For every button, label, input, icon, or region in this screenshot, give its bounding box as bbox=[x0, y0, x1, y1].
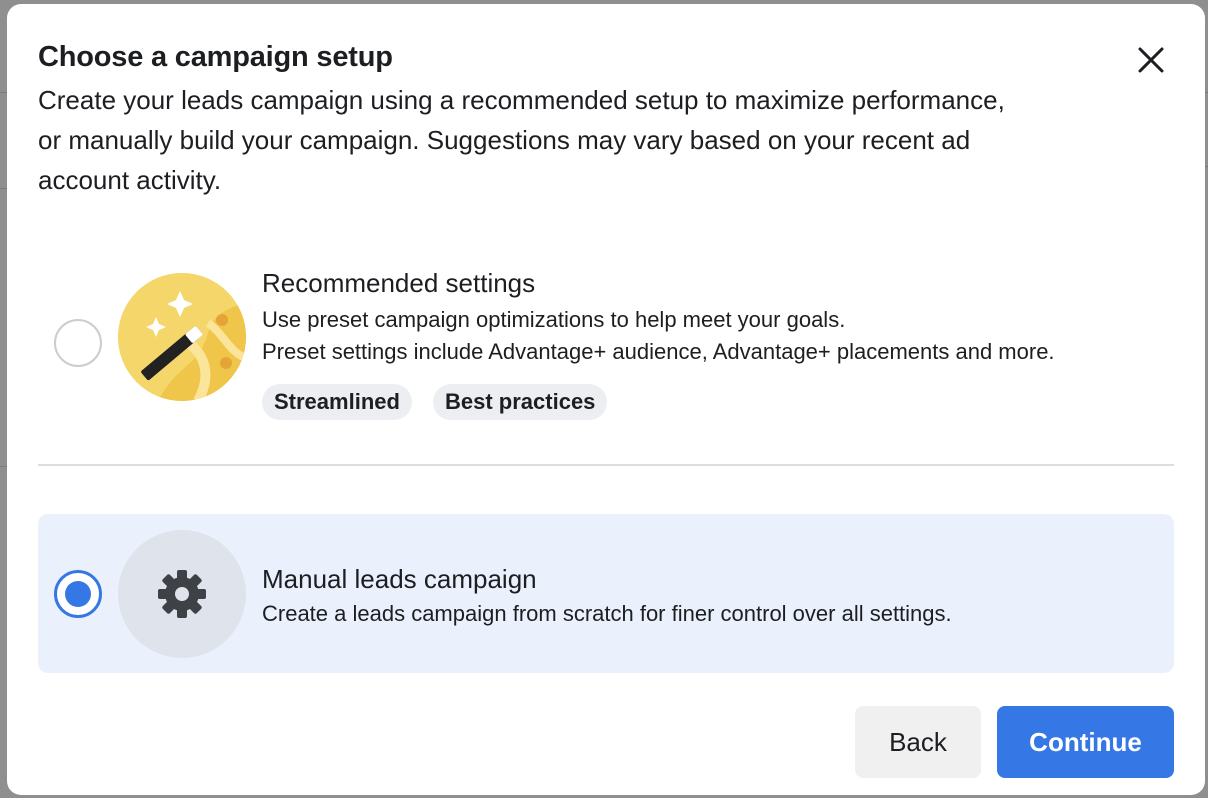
gear-icon bbox=[118, 530, 246, 658]
manual-title: Manual leads campaign bbox=[262, 564, 537, 594]
backdrop-divider bbox=[0, 188, 7, 189]
dialog-subtitle: Create your leads campaign using a recom… bbox=[38, 80, 1098, 200]
backdrop-divider bbox=[0, 92, 7, 93]
continue-button[interactable]: Continue bbox=[997, 706, 1174, 778]
recommended-title: Recommended settings bbox=[262, 268, 536, 298]
chip-streamlined: Streamlined bbox=[262, 384, 412, 420]
manual-desc: Create a leads campaign from scratch for… bbox=[262, 601, 952, 626]
subtitle-line: account activity. bbox=[38, 165, 222, 195]
close-button[interactable] bbox=[1131, 40, 1171, 80]
radio-selected-dot bbox=[65, 581, 91, 607]
radio-recommended[interactable] bbox=[54, 319, 102, 367]
chip-best-practices: Best practices bbox=[433, 384, 608, 420]
option-recommended-settings[interactable]: Recommended settings Use preset campaign… bbox=[38, 249, 1174, 439]
subtitle-line: or manually build your campaign. Suggest… bbox=[38, 125, 971, 155]
campaign-setup-dialog: Choose a campaign setup Create your lead… bbox=[7, 4, 1205, 795]
back-button[interactable]: Back bbox=[855, 706, 981, 778]
recommended-desc-line: Preset settings include Advantage+ audie… bbox=[262, 339, 1055, 364]
subtitle-line: Create your leads campaign using a recom… bbox=[38, 85, 1005, 115]
option-divider bbox=[38, 464, 1174, 466]
radio-manual[interactable] bbox=[54, 570, 102, 618]
recommended-desc-line: Use preset campaign optimizations to hel… bbox=[262, 307, 846, 332]
magic-wand-icon bbox=[118, 273, 246, 401]
backdrop-divider bbox=[0, 466, 7, 467]
option-manual-leads-campaign[interactable]: Manual leads campaign Create a leads cam… bbox=[38, 514, 1174, 673]
close-icon bbox=[1138, 47, 1164, 73]
dialog-title: Choose a campaign setup bbox=[38, 41, 393, 73]
